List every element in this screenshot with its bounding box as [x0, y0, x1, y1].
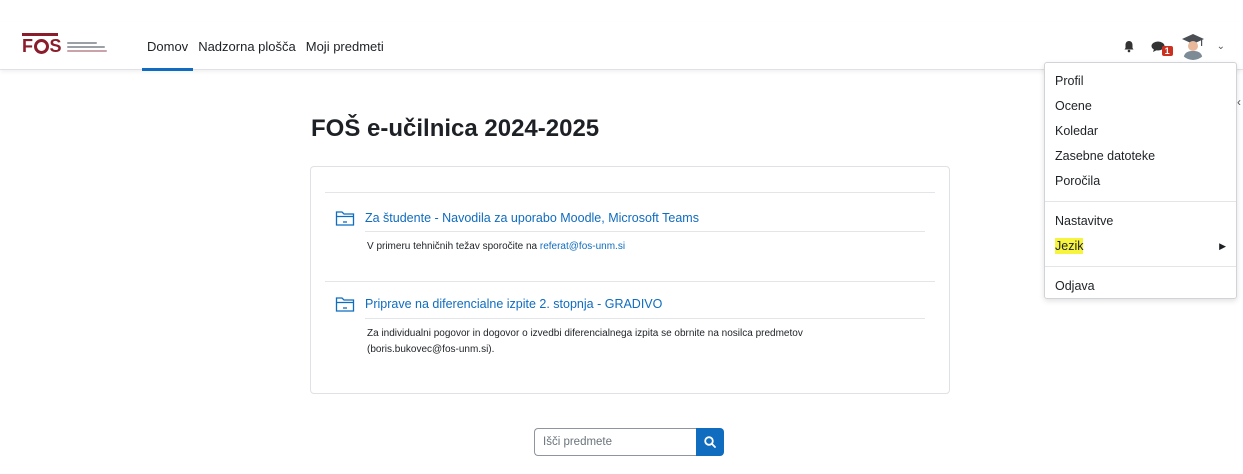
activity-description: V primeru tehničnih težav sporočite na r… [367, 239, 887, 255]
activity-item: Za študente - Navodila za uporabo Moodle… [335, 209, 699, 227]
activity-item: Priprave na diferencialne izpite 2. stop… [335, 295, 662, 313]
menu-divider [1045, 201, 1236, 202]
search-input[interactable] [534, 428, 696, 456]
activity-link[interactable]: Priprave na diferencialne izpite 2. stop… [365, 297, 662, 311]
nav-dashboard[interactable]: Nadzorna plošča [193, 22, 301, 70]
chevron-down-icon[interactable]: ⌄ [1217, 41, 1225, 52]
site-logo[interactable]: FS [22, 33, 134, 58]
messages-badge: 1 [1161, 46, 1173, 56]
logo-ring [33, 39, 49, 54]
folder-icon[interactable] [335, 209, 355, 227]
user-menu-dropdown: Profil Ocene Koledar Zasebne datoteke Po… [1044, 62, 1237, 299]
menu-divider [1045, 266, 1236, 267]
logo-bar [22, 33, 58, 36]
divider [365, 318, 925, 319]
menu-item-logout[interactable]: Odjava [1045, 274, 1236, 299]
description-text: V primeru tehničnih težav sporočite na [367, 241, 540, 252]
menu-item-language-label: Jezik [1055, 238, 1084, 254]
search-icon [704, 436, 716, 448]
divider [365, 231, 925, 232]
logo-subtitle [67, 42, 108, 52]
description-line: (boris.bukovec@fos-unm.si). [367, 344, 495, 355]
menu-item-profile[interactable]: Profil [1045, 69, 1236, 94]
course-content-card: Za študente - Navodila za uporabo Moodle… [310, 166, 950, 394]
bell-icon[interactable] [1119, 36, 1139, 56]
caret-right-icon: ▶ [1219, 241, 1226, 251]
search-button[interactable] [696, 428, 724, 456]
page-title: FOŠ e-učilnica 2024-2025 [311, 115, 600, 142]
activity-link[interactable]: Za študente - Navodila za uporabo Moodle… [365, 211, 699, 225]
menu-item-preferences[interactable]: Nastavitve [1045, 209, 1236, 234]
chat-icon[interactable]: 1 [1149, 36, 1173, 56]
menu-item-private-files[interactable]: Zasebne datoteke [1045, 144, 1236, 169]
divider [325, 281, 935, 282]
menu-item-calendar[interactable]: Koledar [1045, 119, 1236, 144]
menu-item-reports[interactable]: Poročila [1045, 169, 1236, 194]
menu-item-grades[interactable]: Ocene [1045, 94, 1236, 119]
page: FS Domov Nadzorna plošča Moji predmeti 1… [0, 0, 1243, 474]
menu-item-language[interactable]: Jezik ▶ [1045, 234, 1236, 259]
description-line: Za individualni pogovor in dogovor o izv… [367, 328, 803, 339]
drawer-toggle-icon[interactable]: ‹ [1237, 95, 1241, 109]
email-link[interactable]: referat@fos-unm.si [540, 241, 625, 252]
activity-description: Za individualni pogovor in dogovor o izv… [367, 326, 887, 358]
course-search [534, 428, 724, 456]
divider [325, 192, 935, 193]
nav-home[interactable]: Domov [142, 22, 194, 71]
folder-icon[interactable] [335, 295, 355, 313]
logo-word: FS [22, 36, 62, 56]
nav-my-courses[interactable]: Moji predmeti [301, 22, 389, 70]
primary-navigation: Domov Nadzorna plošča Moji predmeti [142, 22, 389, 71]
avatar[interactable] [1178, 32, 1207, 60]
